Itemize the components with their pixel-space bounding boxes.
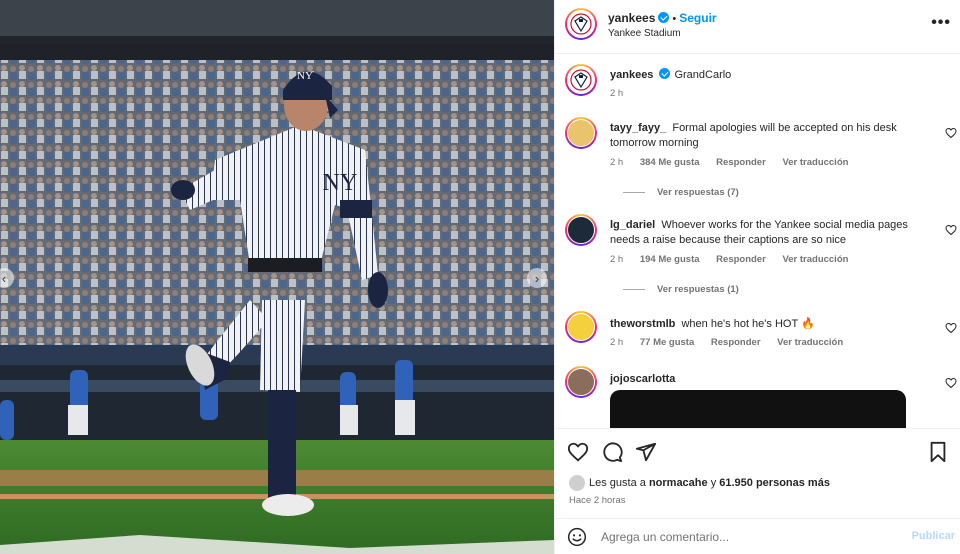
liker-avatar xyxy=(569,475,585,491)
comment-meta: 2 h 194 Me gusta Responder Ver traducció… xyxy=(610,254,862,265)
view-replies-button[interactable]: Ver respuestas (1) xyxy=(623,284,739,295)
comment-likes[interactable]: 77 Me gusta xyxy=(640,337,694,348)
comment-username[interactable]: jojoscarlotta xyxy=(610,373,675,385)
translate-button[interactable]: Ver traducción xyxy=(782,254,848,265)
likes-others[interactable]: 61.950 personas más xyxy=(719,477,830,489)
svg-text:NY: NY xyxy=(323,170,358,196)
comment-avatar[interactable] xyxy=(565,311,597,343)
bookmark-icon[interactable] xyxy=(927,441,949,463)
comment-time: 2 h xyxy=(610,337,624,348)
svg-text:NY: NY xyxy=(297,70,313,82)
comment-composer: Publicar xyxy=(555,518,960,554)
comment-heart-icon[interactable] xyxy=(945,322,957,334)
likes-summary[interactable]: Les gusta a normacahe y 61.950 personas … xyxy=(569,475,830,491)
comment-media-thumbnail[interactable] xyxy=(610,390,906,430)
verified-badge-icon xyxy=(659,68,671,79)
caption-username[interactable]: yankees xyxy=(610,69,653,81)
likes-middle: y xyxy=(710,477,717,489)
likes-user[interactable]: normacahe xyxy=(649,477,708,489)
carousel-next-button[interactable]: › xyxy=(527,268,547,288)
follow-button[interactable]: Seguir xyxy=(679,11,716,25)
comment-username[interactable]: lg_dariel xyxy=(610,219,655,231)
caption-time: 2 h xyxy=(610,88,624,99)
comment-username[interactable]: tayy_fayy_ xyxy=(610,122,666,134)
caption-meta: 2 h xyxy=(610,88,637,99)
separator-dot: • xyxy=(672,13,677,25)
reply-button[interactable]: Responder xyxy=(716,157,766,168)
comment-time: 2 h xyxy=(610,157,624,168)
post-details-panel: yankees • Seguir Yankee Stadium ••• yankee… xyxy=(554,0,960,554)
comment-heart-icon[interactable] xyxy=(945,224,957,236)
post-caption: yankees GrandCarlo 2 h xyxy=(565,64,957,104)
comment-time: 2 h xyxy=(610,254,624,265)
more-icon[interactable]: ••• xyxy=(931,14,951,32)
share-icon[interactable] xyxy=(635,441,657,463)
comment-meta: 2 h 384 Me gusta Responder Ver traducció… xyxy=(610,157,862,168)
comment-heart-icon[interactable] xyxy=(945,127,957,139)
comment-item: theworstmlb when he's hot he's HOT 🔥 2 h… xyxy=(565,311,957,355)
reply-button[interactable]: Responder xyxy=(711,337,761,348)
comment-username[interactable]: theworstmlb xyxy=(610,318,675,330)
caption-text: GrandCarlo xyxy=(674,69,732,81)
comment-item: lg_dariel Whoever works for the Yankee s… xyxy=(565,214,957,295)
author-avatar[interactable] xyxy=(565,8,597,40)
reply-button[interactable]: Responder xyxy=(716,254,766,265)
comment-heart-icon[interactable] xyxy=(945,377,957,389)
photo-scene: NY NY xyxy=(0,0,554,554)
translate-button[interactable]: Ver traducción xyxy=(777,337,843,348)
yankees-logo-icon xyxy=(570,13,592,35)
post-viewer: NY NY ‹ › yankees • Seguir Yankee Stadiu… xyxy=(0,0,960,554)
verified-badge-icon xyxy=(658,12,670,23)
author-username[interactable]: yankees xyxy=(608,11,655,25)
comment-avatar[interactable] xyxy=(565,366,597,398)
post-photo[interactable]: NY NY ‹ › xyxy=(0,0,554,554)
comment-likes[interactable]: 194 Me gusta xyxy=(640,254,700,265)
likes-prefix: Les gusta a xyxy=(589,477,646,489)
view-replies-button[interactable]: Ver respuestas (7) xyxy=(623,187,739,198)
comment-item: tayy_fayy_ Formal apologies will be acce… xyxy=(565,117,957,198)
caption-avatar[interactable] xyxy=(565,64,597,96)
post-timestamp: Hace 2 horas xyxy=(569,495,626,506)
comment-likes[interactable]: 384 Me gusta xyxy=(640,157,700,168)
post-header: yankees • Seguir Yankee Stadium ••• xyxy=(555,0,960,54)
comment-meta: 2 h 77 Me gusta Responder Ver traducción xyxy=(610,337,857,348)
emoji-icon[interactable] xyxy=(567,527,587,547)
comment-avatar[interactable] xyxy=(565,214,597,246)
translate-button[interactable]: Ver traducción xyxy=(782,157,848,168)
heart-icon[interactable] xyxy=(567,441,589,463)
comment-avatar[interactable] xyxy=(565,117,597,149)
publish-button[interactable]: Publicar xyxy=(912,530,955,542)
comment-icon[interactable] xyxy=(601,441,623,463)
comment-input[interactable] xyxy=(601,527,901,547)
post-actions: Les gusta a normacahe y 61.950 personas … xyxy=(555,428,960,518)
yankees-logo-icon xyxy=(570,69,592,91)
post-location[interactable]: Yankee Stadium xyxy=(608,28,681,39)
comment-text: when he's hot he's HOT 🔥 xyxy=(681,318,815,330)
